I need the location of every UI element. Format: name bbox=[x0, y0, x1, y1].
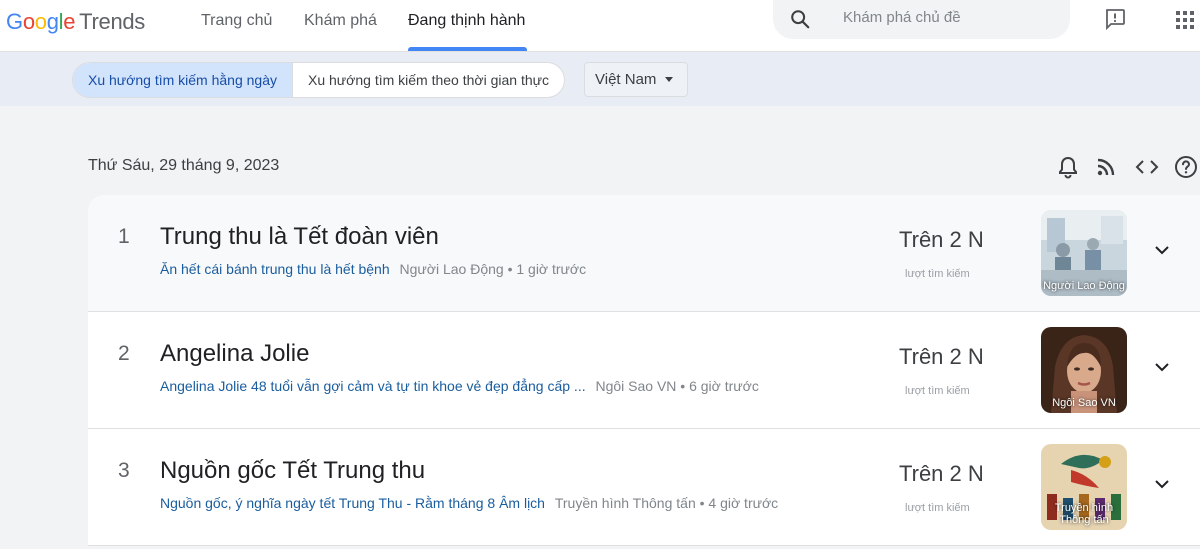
google-trends-logo[interactable]: Google Trends bbox=[6, 9, 145, 35]
trend-meta: Angelina Jolie 48 tuổi vẫn gợi cảm và tự… bbox=[160, 378, 759, 394]
search-count: Trên 2 N bbox=[899, 344, 984, 369]
filter-bar: Xu hướng tìm kiếm hằng ngày Xu hướng tìm… bbox=[0, 52, 1200, 106]
nav-trending[interactable]: Đang thịnh hành bbox=[408, 12, 525, 52]
search-count-label: lượt tìm kiếm bbox=[905, 268, 970, 280]
tab-daily-trends[interactable]: Xu hướng tìm kiếm hằng ngày bbox=[73, 63, 293, 97]
caret-down-icon bbox=[665, 77, 674, 82]
search-icon[interactable] bbox=[789, 8, 811, 35]
date-heading: Thứ Sáu, 29 tháng 9, 2023 bbox=[88, 157, 280, 174]
trend-title[interactable]: Trung thu là Tết đoàn viên bbox=[160, 223, 439, 251]
article-source: Truyền hình Thông tấn • 4 giờ trước bbox=[554, 495, 779, 511]
apps-icon[interactable] bbox=[1175, 10, 1195, 35]
expand-chevron-icon[interactable] bbox=[1154, 476, 1170, 497]
trend-type-toggle: Xu hướng tìm kiếm hằng ngày Xu hướng tìm… bbox=[72, 62, 565, 98]
country-select[interactable]: Việt Nam bbox=[584, 62, 689, 97]
nav-explore[interactable]: Khám phá bbox=[304, 12, 377, 52]
article-thumbnail[interactable]: Ngôi Sao VN bbox=[1041, 327, 1127, 413]
trend-item[interactable]: 3 Nguồn gốc Tết Trung thu Nguồn gốc, ý n… bbox=[88, 429, 1200, 546]
embed-icon[interactable] bbox=[1135, 157, 1159, 182]
help-icon[interactable] bbox=[1174, 155, 1198, 184]
trend-item[interactable]: 2 Angelina Jolie Angelina Jolie 48 tuổi … bbox=[88, 312, 1200, 429]
article-thumbnail[interactable]: Người Lao Động bbox=[1041, 210, 1127, 296]
rss-icon[interactable] bbox=[1096, 157, 1116, 182]
trend-list: 1 Trung thu là Tết đoàn viên Ăn hết cái … bbox=[88, 195, 1200, 546]
article-link[interactable]: Angelina Jolie 48 tuổi vẫn gợi cảm và tự… bbox=[160, 378, 586, 394]
expand-chevron-icon[interactable] bbox=[1154, 359, 1170, 380]
search-count: Trên 2 N bbox=[899, 461, 984, 486]
search-count: Trên 2 N bbox=[899, 227, 984, 252]
feedback-icon[interactable] bbox=[1103, 7, 1127, 36]
article-link[interactable]: Ăn hết cái bánh trung thu là hết bệnh bbox=[160, 261, 390, 277]
article-source: Ngôi Sao VN • 6 giờ trước bbox=[595, 378, 759, 394]
trend-title[interactable]: Angelina Jolie bbox=[160, 340, 309, 368]
thumbnail-caption: Truyền hình Thông tấn bbox=[1054, 502, 1114, 526]
trend-rank: 3 bbox=[118, 459, 130, 482]
article-link[interactable]: Nguồn gốc, ý nghĩa ngày tết Trung Thu - … bbox=[160, 495, 545, 511]
thumbnail-caption: Người Lao Động bbox=[1043, 280, 1125, 292]
trend-meta: Nguồn gốc, ý nghĩa ngày tết Trung Thu - … bbox=[160, 495, 778, 511]
article-thumbnail[interactable]: Truyền hình Thông tấn bbox=[1041, 444, 1127, 530]
trend-rank: 2 bbox=[118, 342, 130, 365]
country-label: Việt Nam bbox=[595, 71, 657, 88]
top-bar: Google Trends Trang chủ Khám phá Đang th… bbox=[0, 0, 1200, 52]
expand-chevron-icon[interactable] bbox=[1154, 242, 1170, 263]
trend-meta: Ăn hết cái bánh trung thu là hết bệnh Ng… bbox=[160, 261, 586, 277]
search-input[interactable] bbox=[843, 9, 1053, 26]
search-count-label: lượt tìm kiếm bbox=[905, 502, 970, 514]
bell-icon[interactable] bbox=[1057, 155, 1079, 184]
article-source: Người Lao Động • 1 giờ trước bbox=[399, 261, 587, 277]
trend-item[interactable]: 1 Trung thu là Tết đoàn viên Ăn hết cái … bbox=[88, 195, 1200, 312]
trend-rank: 1 bbox=[118, 225, 130, 248]
active-nav-indicator bbox=[408, 47, 527, 51]
trend-title[interactable]: Nguồn gốc Tết Trung thu bbox=[160, 457, 425, 485]
tab-realtime-trends[interactable]: Xu hướng tìm kiếm theo thời gian thực bbox=[293, 63, 564, 97]
search-box[interactable] bbox=[773, 0, 1070, 39]
search-count-label: lượt tìm kiếm bbox=[905, 385, 970, 397]
thumbnail-caption: Ngôi Sao VN bbox=[1052, 397, 1116, 409]
nav-home[interactable]: Trang chủ bbox=[201, 12, 272, 52]
